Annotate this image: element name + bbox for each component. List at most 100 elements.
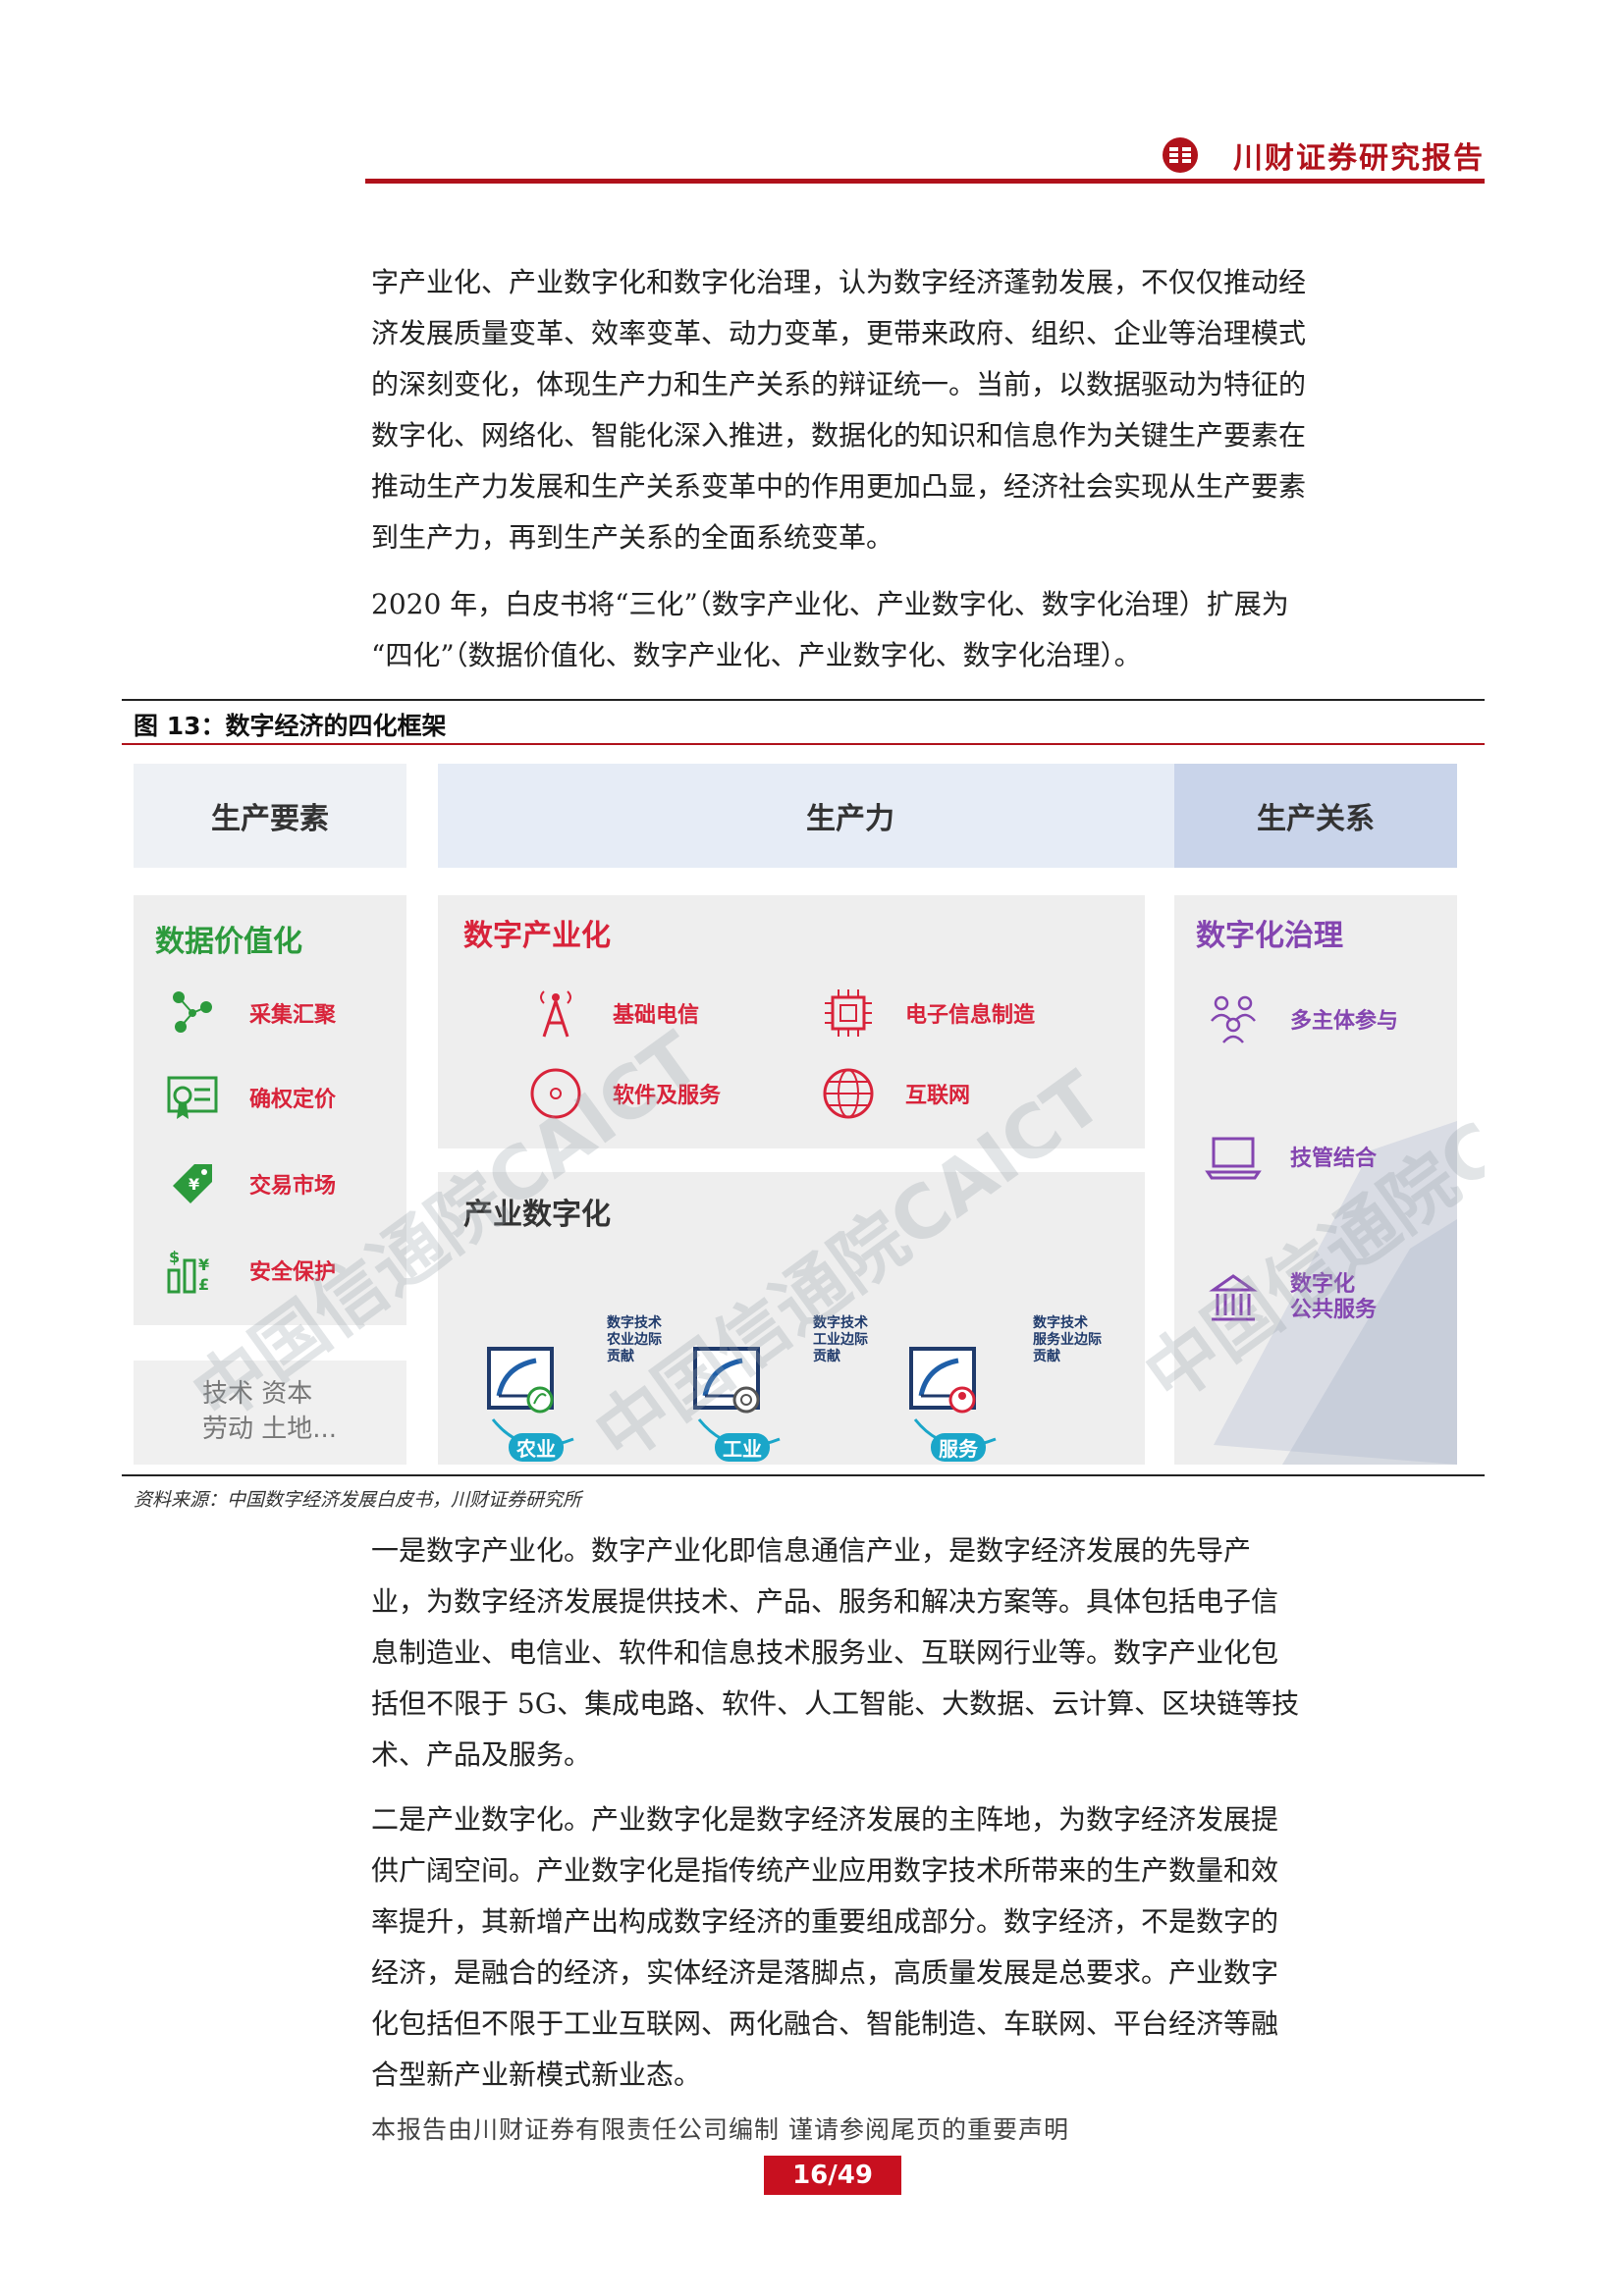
paragraph-2: 2020 年，白皮书将“三化”（数字产业化、产业数字化、数字化治理）扩展为 “四… [371,579,1481,681]
sector-industry: 工业 数字技术 工业边际 贡献 [691,1315,888,1463]
company-logo-icon [1163,137,1198,173]
item-software: 软件及服务 [526,1064,721,1123]
svg-text:$: $ [169,1248,180,1266]
industrial-digitalization-title: 产业数字化 [463,1198,611,1232]
item-electronics: 电子信息制造 [819,984,1035,1042]
figure-source: 资料来源：中国数字经济发展白皮书，川财证券研究所 [134,1489,582,1511]
item-label: 技管结合 [1290,1147,1378,1171]
report-title: 川财证券研究报告 [1233,141,1485,176]
sector-note-line: 贡献 [607,1349,634,1364]
text-line: 经济，是融合的经济，实体经济是落脚点，高质量发展是总要求。产业数字 [371,1956,1279,1989]
column-header-productivity: 生产力 [438,764,1263,868]
footer-disclaimer: 本报告由川财证券有限责任公司编制 谨请参阅尾页的重要声明 [371,2115,1069,2144]
sector-note-line: 农业边际 [607,1332,662,1348]
disc-icon [530,1068,581,1119]
column-header-relations: 生产关系 [1174,764,1457,868]
paragraph-1: 字产业化、产业数字化和数字化治理，认为数字经济蓬勃发展，不仅仅推动经 济发展质量… [371,257,1481,563]
figure-title-rule [122,743,1485,745]
sector-services: 服务 数字技术 服务业边际 贡献 [907,1315,1123,1463]
sector-note-line: 数字技术 [1033,1315,1088,1331]
laptop-icon [1205,1137,1262,1180]
text-line: 业，为数字经济发展提供技术、产品、服务和解决方案等。具体包括电子信 [371,1585,1279,1618]
sector-note-line: 服务业边际 [1033,1332,1102,1348]
text-line: 化包括但不限于工业互联网、两化融合、智能制造、车联网、平台经济等融 [371,2007,1279,2040]
four-transformation-framework-figure: 生产要素 生产力 生产关系 数据价值化 采集汇聚 确权定价 ¥ 交易市场 ¥ £… [122,748,1485,1474]
sector-note: 数字技术 农业边际 贡献 [607,1315,662,1365]
item-label-line: 公共服务 [1290,1298,1378,1322]
price-tag-icon: ¥ [173,1164,212,1203]
text-line: 供广阔空间。产业数字化是指传统产业应用数字技术所带来的生产数量和效 [371,1854,1279,1887]
text-line: 济发展质量变革、效率变革、动力变革，更带来政府、组织、企业等治理模式 [371,317,1307,349]
text-line: 合型新产业新模式新业态。 [371,2058,702,2091]
item-collect: 采集汇聚 [163,984,336,1042]
figure-top-rule [122,699,1485,701]
globe-icon [823,1068,874,1119]
text-line: 到生产力，再到生产关系的全面系统变革。 [371,521,894,554]
item-multi-party: 多主体参与 [1204,989,1398,1048]
text-line: 数字化、网络化、智能化深入推进，数据化的知识和信息作为关键生产要素在 [371,419,1307,452]
item-label: 电子信息制造 [905,1003,1036,1028]
svg-text:¥: ¥ [189,1175,199,1194]
text-line: 二是产业数字化。产业数字化是数字经济发展的主阵地，为数字经济发展提 [371,1803,1279,1836]
microchip-icon [825,989,872,1037]
column-header-factors: 生产要素 [134,764,406,868]
text-line: 推动生产力发展和生产关系变革中的作用更加凸显，经济社会实现从生产要素 [371,470,1307,503]
item-label: 交易市场 [249,1174,337,1199]
text-line: “四化”（数据价值化、数字产业化、产业数字化、数字化治理）。 [371,639,1142,671]
signal-tower-icon [540,990,571,1038]
traditional-factors-line: 技术 资本 [202,1379,313,1409]
digital-industrialization-title: 数字产业化 [463,919,611,953]
text-line: 2020 年，白皮书将“三化”（数字产业化、产业数字化、数字化治理）扩展为 [371,588,1289,620]
sector-note-line: 工业边际 [813,1332,868,1348]
currency-security-icon: ¥ £ $ [167,1248,209,1294]
multi-people-icon [1211,995,1256,1043]
item-tech-management: 技管结合 [1204,1127,1377,1186]
figure-bottom-rule [122,1474,1485,1476]
item-label: 采集汇聚 [249,1003,337,1028]
text-line: 率提升，其新增产出构成数字经济的重要组成部分。数字经济，不是数字的 [371,1905,1279,1938]
item-pricing: 确权定价 [163,1068,336,1127]
sector-agriculture: 农业 数字技术 农业边际 贡献 [485,1315,681,1463]
data-valorization-panel: 数据价值化 采集汇聚 确权定价 ¥ 交易市场 ¥ £ $ 安全保护 [134,895,406,1325]
sector-label: 服务 [931,1433,986,1462]
traditional-factors-panel: 技术 资本 劳动 土地... [134,1361,406,1465]
people-network-icon [173,991,212,1033]
item-telecom: 基础电信 [526,984,699,1042]
text-line: 括但不限于 5G、集成电路、软件、人工智能、大数据、云计算、区块链等技 [371,1687,1300,1720]
traditional-factors-line: 劳动 土地... [202,1415,338,1444]
header-divider [365,179,1485,184]
page-header: 川财证券研究报告 [365,128,1485,184]
text-line: 术、产品及服务。 [371,1738,592,1771]
digital-governance-title: 数字化治理 [1196,919,1343,953]
text-line: 字产业化、产业数字化和数字化治理，认为数字经济蓬勃发展，不仅仅推动经 [371,266,1307,298]
svg-text:£: £ [198,1275,209,1294]
certificate-icon [167,1076,218,1119]
item-label: 数字化 公共服务 [1290,1272,1377,1323]
sector-note: 数字技术 服务业边际 贡献 [1033,1315,1102,1365]
item-label: 软件及服务 [613,1084,722,1108]
text-line: 的深刻变化，体现生产力和生产关系的辩证统一。当前，以数据驱动为特征的 [371,368,1307,400]
sector-note-line: 贡献 [1033,1349,1060,1364]
item-label: 基础电信 [613,1003,700,1028]
item-security: ¥ £ $ 安全保护 [163,1241,336,1300]
data-valorization-title: 数据价值化 [155,925,302,959]
svg-text:¥: ¥ [198,1255,209,1274]
page-number: 16/49 [764,2156,901,2195]
sector-label: 工业 [715,1433,770,1462]
sector-note-line: 数字技术 [813,1315,868,1331]
paragraph-3: 一是数字产业化。数字产业化即信息通信产业，是数字经济发展的先导产 业，为数字经济… [371,1525,1481,1781]
paragraph-4: 二是产业数字化。产业数字化是数字经济发展的主阵地，为数字经济发展提 供广阔空间。… [371,1794,1481,2101]
item-label: 互联网 [905,1084,971,1108]
text-line: 一是数字产业化。数字产业化即信息通信产业，是数字经济发展的先导产 [371,1534,1252,1567]
digital-industrialization-panel: 数字产业化 基础电信 电子信息制造 软件及服务 互联网 [438,895,1145,1148]
item-public-service: 数字化 公共服务 [1204,1268,1377,1327]
digital-governance-panel: 数字化治理 多主体参与 技管结合 数字化 公共服务 [1174,895,1457,1465]
item-label-line: 数字化 [1290,1272,1356,1297]
government-building-icon [1209,1274,1258,1321]
item-label: 确权定价 [249,1088,337,1112]
item-internet: 互联网 [819,1064,970,1123]
sector-label: 农业 [509,1433,564,1462]
text-line: 息制造业、电信业、软件和信息技术服务业、互联网行业等。数字产业化包 [371,1636,1279,1669]
item-market: ¥ 交易市场 [163,1154,336,1213]
sector-note-line: 数字技术 [607,1315,662,1331]
